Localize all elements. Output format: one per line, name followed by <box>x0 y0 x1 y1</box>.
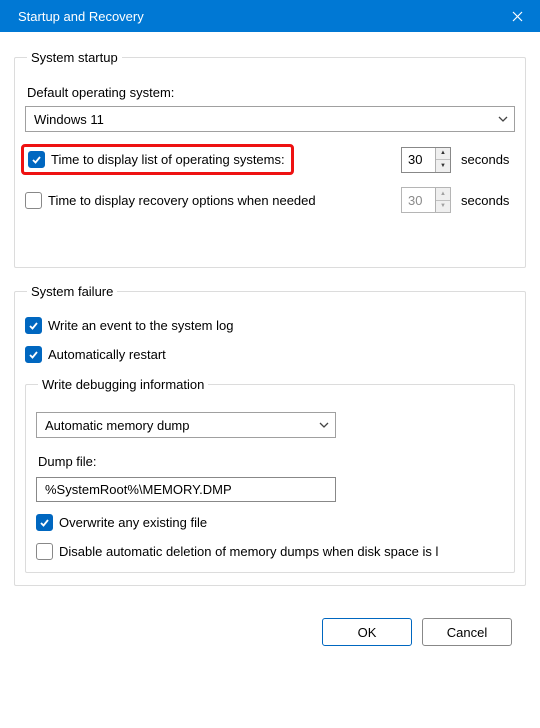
legend-system-failure: System failure <box>27 284 117 299</box>
overwrite-label: Overwrite any existing file <box>59 515 207 530</box>
default-os-value: Windows 11 <box>34 112 104 127</box>
recovery-time-spinner: 30 ▲ ▼ <box>401 187 451 213</box>
recovery-time-row: Time to display recovery options when ne… <box>25 187 515 213</box>
check-icon <box>39 517 50 528</box>
spinner-down[interactable]: ▼ <box>436 160 450 172</box>
auto-restart-row: Automatically restart <box>25 346 515 363</box>
chevron-down-icon <box>498 114 508 124</box>
dialog-content: System startup Default operating system:… <box>0 32 540 646</box>
os-list-time-row: Time to display list of operating system… <box>25 144 515 175</box>
debug-mode-value: Automatic memory dump <box>45 418 190 433</box>
write-event-checkbox[interactable] <box>25 317 42 334</box>
spinner-up: ▲ <box>436 188 450 201</box>
group-debug-info: Write debugging information Automatic me… <box>25 377 515 573</box>
cancel-button[interactable]: Cancel <box>422 618 512 646</box>
check-icon <box>28 349 39 360</box>
close-icon <box>512 11 523 22</box>
debug-mode-select[interactable]: Automatic memory dump <box>36 412 336 438</box>
auto-restart-label: Automatically restart <box>48 347 166 362</box>
ok-button[interactable]: OK <box>322 618 412 646</box>
check-icon <box>31 154 42 165</box>
os-list-time-label: Time to display list of operating system… <box>51 152 285 167</box>
spinner-buttons: ▲ ▼ <box>435 148 450 172</box>
recovery-time-unit: seconds <box>461 193 515 208</box>
default-os-label: Default operating system: <box>27 85 515 100</box>
chevron-down-icon <box>319 420 329 430</box>
default-os-select[interactable]: Windows 11 <box>25 106 515 132</box>
dump-file-label: Dump file: <box>38 454 504 469</box>
check-icon <box>28 320 39 331</box>
overwrite-row: Overwrite any existing file <box>36 514 504 531</box>
os-list-time-unit: seconds <box>461 152 515 167</box>
os-list-time-spinner[interactable]: 30 ▲ ▼ <box>401 147 451 173</box>
spinner-up[interactable]: ▲ <box>436 148 450 161</box>
os-list-time-highlight: Time to display list of operating system… <box>21 144 294 175</box>
recovery-time-chkwrap: Time to display recovery options when ne… <box>25 192 316 209</box>
disable-del-label: Disable automatic deletion of memory dum… <box>59 544 438 559</box>
titlebar: Startup and Recovery <box>0 0 540 32</box>
os-list-time-value: 30 <box>402 148 435 172</box>
group-system-failure: System failure Write an event to the sys… <box>14 284 526 586</box>
close-button[interactable] <box>495 0 540 32</box>
spinner-down: ▼ <box>436 201 450 213</box>
group-system-startup: System startup Default operating system:… <box>14 50 526 268</box>
window-title: Startup and Recovery <box>12 9 144 24</box>
overwrite-checkbox[interactable] <box>36 514 53 531</box>
recovery-time-label: Time to display recovery options when ne… <box>48 193 316 208</box>
legend-system-startup: System startup <box>27 50 122 65</box>
auto-restart-checkbox[interactable] <box>25 346 42 363</box>
recovery-time-checkbox[interactable] <box>25 192 42 209</box>
write-event-label: Write an event to the system log <box>48 318 233 333</box>
os-list-time-checkbox[interactable] <box>28 151 45 168</box>
disable-del-checkbox[interactable] <box>36 543 53 560</box>
dump-file-input[interactable]: %SystemRoot%\MEMORY.DMP <box>36 477 336 502</box>
legend-debug-info: Write debugging information <box>38 377 208 392</box>
disable-del-row: Disable automatic deletion of memory dum… <box>36 543 504 560</box>
dump-file-value: %SystemRoot%\MEMORY.DMP <box>45 482 232 497</box>
recovery-time-value: 30 <box>402 188 435 212</box>
button-bar: OK Cancel <box>14 602 526 646</box>
spinner-buttons: ▲ ▼ <box>435 188 450 212</box>
write-event-row: Write an event to the system log <box>25 317 515 334</box>
